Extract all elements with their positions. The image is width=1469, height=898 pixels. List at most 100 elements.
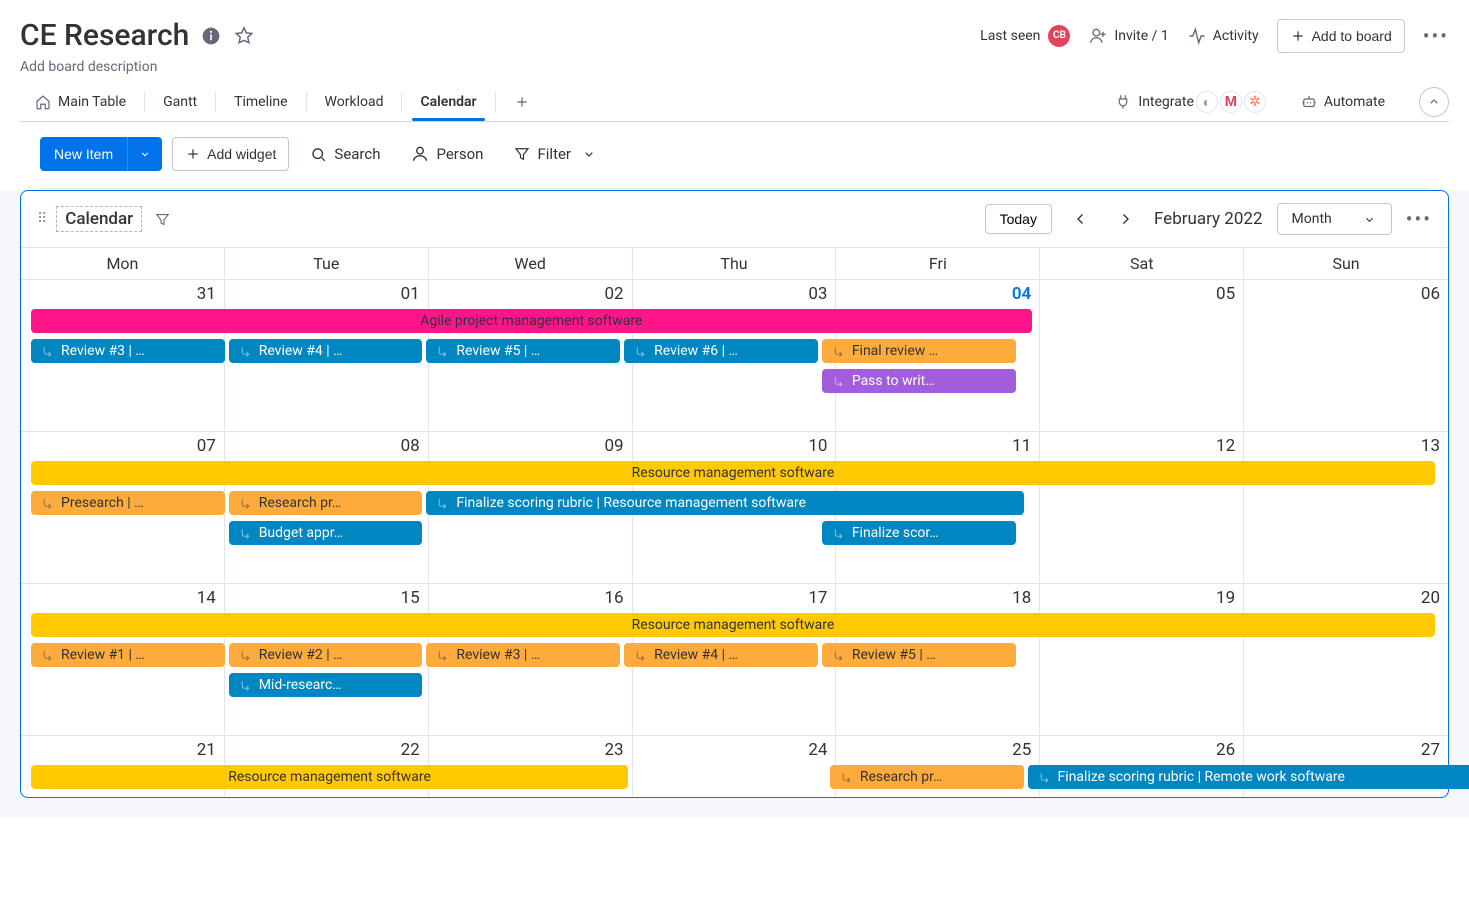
filter-label: Filter (537, 145, 571, 163)
event[interactable]: Final review … (822, 339, 1016, 363)
invite-button[interactable]: Invite / 1 (1088, 26, 1168, 46)
tab-main-table[interactable]: Main Table (20, 83, 140, 121)
tab-timeline[interactable]: Timeline (220, 84, 301, 120)
integration-chip-hubspot-icon: ✲ (1244, 91, 1266, 113)
add-to-board-button[interactable]: Add to board (1277, 19, 1405, 53)
event[interactable]: Budget appr… (229, 521, 423, 545)
new-item-dropdown[interactable] (127, 137, 162, 171)
drag-handle-icon[interactable]: ⠿ (37, 211, 44, 227)
tab-gantt[interactable]: Gantt (149, 84, 211, 120)
day-number: 18 (1012, 588, 1031, 608)
day-header: Wed (429, 248, 633, 279)
day-number: 21 (197, 740, 216, 760)
event[interactable]: Research pr… (830, 765, 1024, 789)
today-button[interactable]: Today (985, 204, 1052, 234)
day-number: 19 (1216, 588, 1235, 608)
event-stripe[interactable]: Resource management software (31, 613, 1435, 637)
automate-label: Automate (1324, 94, 1385, 110)
day-number: 12 (1216, 436, 1235, 456)
search-label: Search (334, 145, 380, 163)
star-icon[interactable] (233, 25, 255, 47)
day-number: 09 (604, 436, 623, 456)
scope-select[interactable]: Month (1277, 203, 1392, 235)
day-number: 14 (197, 588, 216, 608)
event-stripe[interactable]: Resource management software (31, 765, 628, 789)
activity-label: Activity (1213, 28, 1259, 44)
event[interactable]: Finalize scoring rubric | Remote work so… (1028, 765, 1469, 789)
event[interactable]: Review #3 | … (426, 643, 620, 667)
day-number: 08 (401, 436, 420, 456)
day-header: Sat (1040, 248, 1244, 279)
event[interactable]: Review #2 | … (229, 643, 423, 667)
activity-button[interactable]: Activity (1187, 26, 1259, 46)
day-number: 11 (1012, 436, 1031, 456)
event[interactable]: Review #6 | … (624, 339, 818, 363)
event[interactable]: Review #1 | … (31, 643, 225, 667)
day-number: 01 (401, 284, 420, 304)
more-icon[interactable]: ••• (1423, 24, 1449, 48)
day-number: 06 (1421, 284, 1440, 304)
day-number: 20 (1421, 588, 1440, 608)
person-label: Person (436, 145, 483, 163)
event[interactable]: Finalize scor… (822, 521, 1016, 545)
info-icon[interactable] (201, 26, 221, 46)
day-number: 15 (401, 588, 420, 608)
tab-workload[interactable]: Workload (311, 84, 398, 120)
event[interactable]: Review #5 | … (426, 339, 620, 363)
day-number: 02 (604, 284, 623, 304)
day-header: Thu (633, 248, 837, 279)
event[interactable]: Research pr… (229, 491, 423, 515)
prev-month-button[interactable] (1066, 206, 1096, 232)
event-stripe[interactable]: Resource management software (31, 461, 1435, 485)
invite-label: Invite / 1 (1114, 28, 1168, 44)
event[interactable]: Mid-researc… (229, 673, 423, 697)
day-header: Fri (836, 248, 1040, 279)
person-filter[interactable]: Person (400, 136, 493, 172)
day-number: 22 (401, 740, 420, 760)
event[interactable]: Presearch | … (31, 491, 225, 515)
collapse-button[interactable] (1419, 87, 1449, 117)
day-number: 05 (1216, 284, 1235, 304)
day-number: 13 (1421, 436, 1440, 456)
event[interactable]: Review #4 | … (624, 643, 818, 667)
day-number: 10 (808, 436, 827, 456)
search-button[interactable]: Search (299, 137, 390, 172)
event[interactable]: Review #5 | … (822, 643, 1016, 667)
add-widget-label: Add widget (207, 146, 276, 162)
add-to-board-label: Add to board (1312, 28, 1392, 44)
view-filter-icon[interactable] (154, 211, 171, 228)
avatar[interactable]: CB (1048, 25, 1070, 47)
day-header: Sun (1244, 248, 1448, 279)
month-label: February 2022 (1154, 209, 1263, 229)
event[interactable]: Review #4 | … (229, 339, 423, 363)
event[interactable]: Review #3 | … (31, 339, 225, 363)
add-view-button[interactable] (500, 84, 544, 120)
event[interactable]: Finalize scoring rubric | Resource manag… (426, 491, 1023, 515)
board-description[interactable]: Add board description (20, 59, 1449, 75)
day-number: 25 (1012, 740, 1031, 760)
day-number: 17 (808, 588, 827, 608)
view-title[interactable]: Calendar (56, 206, 142, 232)
day-number: 24 (808, 740, 827, 760)
day-number: 16 (604, 588, 623, 608)
view-more-icon[interactable]: ••• (1406, 207, 1432, 231)
new-item-button[interactable]: New Item (40, 137, 127, 171)
integrate-button[interactable]: Integrate ◐ M ✲ (1114, 91, 1266, 113)
filter-button[interactable]: Filter (503, 137, 607, 171)
last-seen-label: Last seen (980, 28, 1040, 44)
day-number: 27 (1421, 740, 1440, 760)
day-header: Mon (21, 248, 225, 279)
event-stripe[interactable]: Agile project management software (31, 309, 1032, 333)
automate-button[interactable]: Automate (1300, 93, 1385, 111)
event[interactable]: Pass to writ… (822, 369, 1016, 393)
add-widget-button[interactable]: Add widget (172, 137, 289, 171)
tab-calendar[interactable]: Calendar (406, 84, 490, 120)
integration-chip-gmail-icon: M (1220, 91, 1242, 113)
next-month-button[interactable] (1110, 206, 1140, 232)
tab-label: Main Table (58, 94, 126, 110)
day-number: 23 (604, 740, 623, 760)
day-number: 03 (808, 284, 827, 304)
scope-value: Month (1292, 211, 1332, 227)
day-number: 04 (1012, 284, 1031, 304)
page-title: CE Research (20, 18, 189, 53)
